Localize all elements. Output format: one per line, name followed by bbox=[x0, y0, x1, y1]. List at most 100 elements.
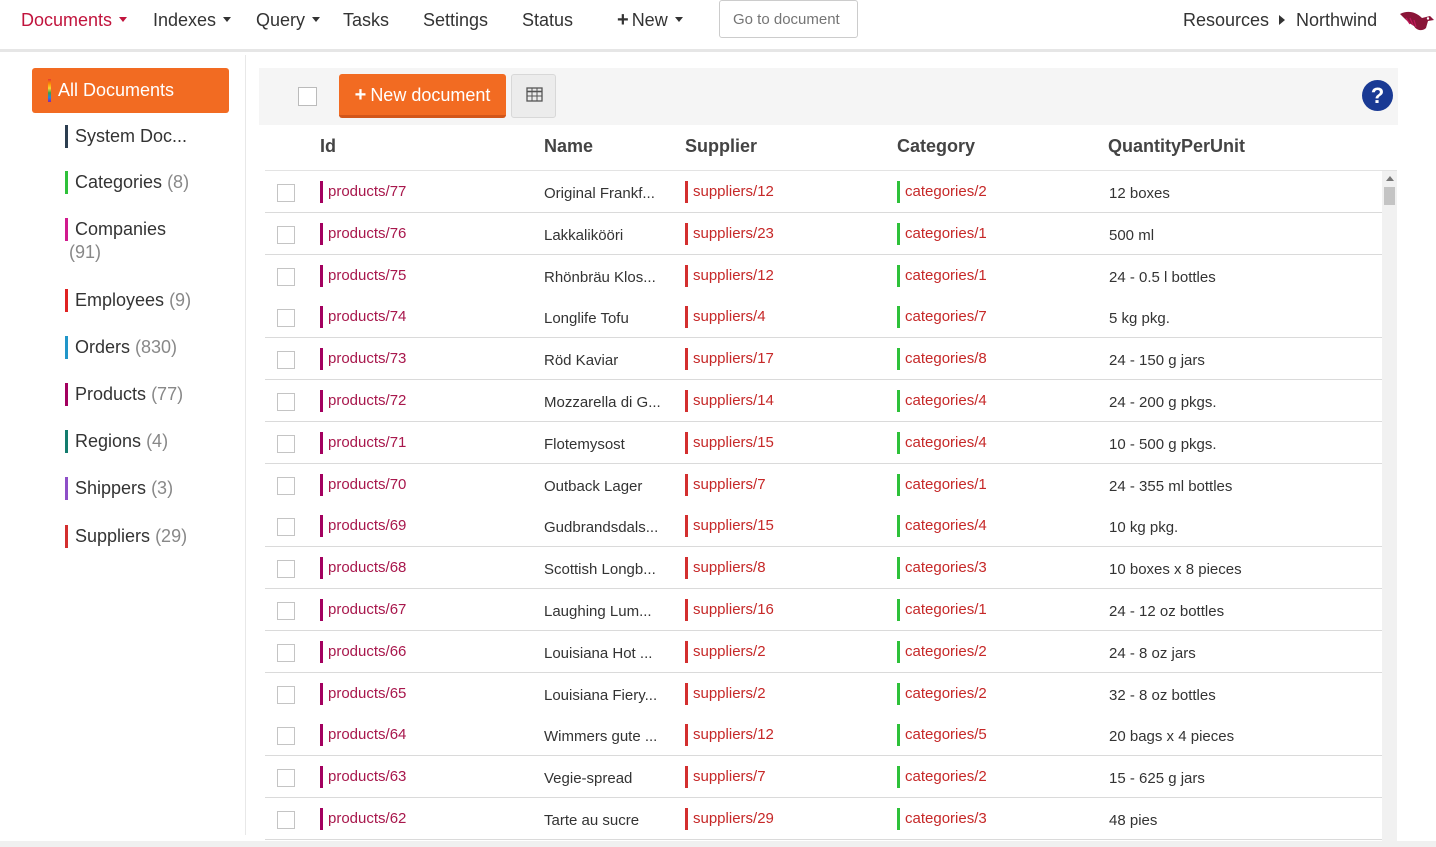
breadcrumb-resources[interactable]: Resources bbox=[1183, 10, 1269, 30]
supplier-link[interactable]: suppliers/2 bbox=[685, 640, 766, 663]
supplier-link[interactable]: suppliers/2 bbox=[685, 682, 766, 705]
scroll-up-arrow-icon[interactable] bbox=[1386, 176, 1394, 181]
sidebar-item-categories[interactable]: Categories (8) bbox=[65, 171, 225, 194]
table-row[interactable]: products/68 Scottish Longb... suppliers/8 c… bbox=[265, 547, 1382, 590]
category-link[interactable]: categories/2 bbox=[897, 640, 987, 663]
sidebar-item-regions[interactable]: Regions (4) bbox=[65, 430, 225, 453]
column-header-name[interactable]: Name bbox=[544, 136, 593, 157]
supplier-link[interactable]: suppliers/8 bbox=[685, 557, 766, 580]
supplier-link[interactable]: suppliers/29 bbox=[685, 808, 774, 830]
category-link[interactable]: categories/3 bbox=[897, 557, 987, 580]
table-row[interactable]: products/63 Vegie-spread suppliers/7 catego… bbox=[265, 756, 1382, 799]
supplier-link[interactable]: suppliers/7 bbox=[685, 766, 766, 789]
scrollbar-thumb[interactable] bbox=[1384, 187, 1395, 205]
row-checkbox[interactable] bbox=[277, 643, 295, 662]
category-link[interactable]: categories/5 bbox=[897, 724, 987, 747]
table-row[interactable]: products/70 Outback Lager suppliers/7 categ… bbox=[265, 463, 1382, 506]
row-checkbox[interactable] bbox=[277, 434, 295, 453]
row-checkbox[interactable] bbox=[277, 393, 295, 411]
supplier-link[interactable]: suppliers/17 bbox=[685, 348, 774, 371]
document-id-link[interactable]: products/73 bbox=[320, 348, 406, 371]
sidebar-item-system-documents[interactable]: System Doc... bbox=[65, 125, 225, 148]
supplier-link[interactable]: suppliers/12 bbox=[685, 181, 774, 203]
category-link[interactable]: categories/1 bbox=[897, 599, 987, 621]
row-checkbox[interactable] bbox=[277, 685, 295, 704]
row-checkbox[interactable] bbox=[277, 727, 295, 746]
row-checkbox[interactable] bbox=[277, 184, 295, 202]
new-document-button[interactable]: + New document bbox=[339, 74, 506, 118]
table-row[interactable]: products/62 Tarte au sucre suppliers/29 cat… bbox=[265, 798, 1382, 840]
table-row[interactable]: products/71 Flotemysost suppliers/15 catego… bbox=[265, 421, 1382, 464]
all-documents-button[interactable]: All Documents bbox=[32, 68, 229, 113]
row-checkbox[interactable] bbox=[277, 560, 295, 579]
table-row[interactable]: products/69 Gudbrandsdals... suppliers/15 c… bbox=[265, 505, 1382, 548]
category-link[interactable]: categories/7 bbox=[897, 306, 987, 329]
category-link[interactable]: categories/1 bbox=[897, 264, 987, 287]
document-id-link[interactable]: products/74 bbox=[320, 306, 406, 329]
sidebar-item-shippers[interactable]: Shippers (3) bbox=[65, 477, 225, 500]
supplier-link[interactable]: suppliers/15 bbox=[685, 515, 774, 538]
table-row[interactable]: products/75 Rhönbräu Klos... suppliers/12 c… bbox=[265, 254, 1382, 297]
supplier-link[interactable]: suppliers/15 bbox=[685, 431, 774, 454]
supplier-link[interactable]: suppliers/23 bbox=[685, 222, 774, 245]
table-row[interactable]: products/65 Louisiana Fiery... suppliers/2… bbox=[265, 672, 1382, 715]
sidebar-item-companies[interactable]: Companies (91) bbox=[65, 218, 225, 264]
column-header-quantity-per-unit[interactable]: QuantityPerUnit bbox=[1108, 136, 1245, 157]
raven-logo-icon[interactable] bbox=[1398, 6, 1436, 36]
nav-documents[interactable]: Documents bbox=[21, 0, 128, 40]
document-id-link[interactable]: products/72 bbox=[320, 390, 406, 412]
column-header-category[interactable]: Category bbox=[897, 136, 975, 157]
table-row[interactable]: products/67 Laughing Lum... suppliers/16 ca… bbox=[265, 589, 1382, 631]
table-row[interactable]: products/76 Lakkalikööri suppliers/23 categ… bbox=[265, 212, 1382, 255]
category-link[interactable]: categories/4 bbox=[897, 431, 987, 454]
document-id-link[interactable]: products/75 bbox=[320, 264, 406, 287]
question-mark-icon[interactable]: ? bbox=[1362, 80, 1393, 111]
category-link[interactable]: categories/4 bbox=[897, 390, 987, 412]
document-id-link[interactable]: products/67 bbox=[320, 599, 406, 621]
row-checkbox[interactable] bbox=[277, 351, 295, 370]
breadcrumb-database[interactable]: Northwind bbox=[1296, 10, 1377, 30]
supplier-link[interactable]: suppliers/14 bbox=[685, 390, 774, 412]
nav-query[interactable]: Query bbox=[256, 0, 321, 40]
row-checkbox[interactable] bbox=[277, 769, 295, 788]
document-id-link[interactable]: products/69 bbox=[320, 515, 406, 538]
table-row[interactable]: products/74 Longlife Tofu suppliers/4 categ… bbox=[265, 296, 1382, 339]
supplier-link[interactable]: suppliers/7 bbox=[685, 473, 766, 496]
column-header-id[interactable]: Id bbox=[320, 136, 336, 157]
supplier-link[interactable]: suppliers/12 bbox=[685, 264, 774, 287]
document-id-link[interactable]: products/66 bbox=[320, 640, 406, 663]
sidebar-item-suppliers[interactable]: Suppliers (29) bbox=[65, 525, 225, 548]
table-row[interactable]: products/64 Wimmers gute ... suppliers/12 c… bbox=[265, 714, 1382, 757]
supplier-link[interactable]: suppliers/4 bbox=[685, 306, 766, 329]
row-checkbox[interactable] bbox=[277, 225, 295, 244]
category-link[interactable]: categories/2 bbox=[897, 181, 987, 203]
nav-new[interactable]: + New bbox=[617, 0, 683, 40]
supplier-link[interactable]: suppliers/12 bbox=[685, 724, 774, 747]
row-checkbox[interactable] bbox=[277, 309, 295, 328]
category-link[interactable]: categories/2 bbox=[897, 766, 987, 789]
nav-settings[interactable]: Settings bbox=[423, 0, 488, 40]
nav-status[interactable]: Status bbox=[522, 0, 573, 40]
category-link[interactable]: categories/8 bbox=[897, 348, 987, 371]
sidebar-item-orders[interactable]: Orders (830) bbox=[65, 336, 225, 359]
goto-document-input[interactable] bbox=[719, 0, 858, 38]
document-id-link[interactable]: products/63 bbox=[320, 766, 406, 789]
table-row[interactable]: products/77 Original Frankf... suppliers/1… bbox=[265, 171, 1382, 213]
document-id-link[interactable]: products/62 bbox=[320, 808, 406, 830]
vertical-scrollbar[interactable] bbox=[1382, 171, 1397, 841]
table-row[interactable]: products/73 Röd Kaviar suppliers/17 categor… bbox=[265, 338, 1382, 381]
column-header-supplier[interactable]: Supplier bbox=[685, 136, 757, 157]
nav-tasks[interactable]: Tasks bbox=[343, 0, 389, 40]
document-id-link[interactable]: products/71 bbox=[320, 431, 406, 454]
category-link[interactable]: categories/3 bbox=[897, 808, 987, 830]
document-id-link[interactable]: products/68 bbox=[320, 557, 406, 580]
nav-indexes[interactable]: Indexes bbox=[153, 0, 232, 40]
category-link[interactable]: categories/4 bbox=[897, 515, 987, 538]
category-link[interactable]: categories/1 bbox=[897, 473, 987, 496]
row-checkbox[interactable] bbox=[277, 811, 295, 829]
table-row[interactable]: products/66 Louisiana Hot ... suppliers/2 c… bbox=[265, 630, 1382, 673]
column-settings-button[interactable] bbox=[511, 74, 556, 118]
document-id-link[interactable]: products/70 bbox=[320, 473, 406, 496]
row-checkbox[interactable] bbox=[277, 602, 295, 620]
row-checkbox[interactable] bbox=[277, 518, 295, 537]
